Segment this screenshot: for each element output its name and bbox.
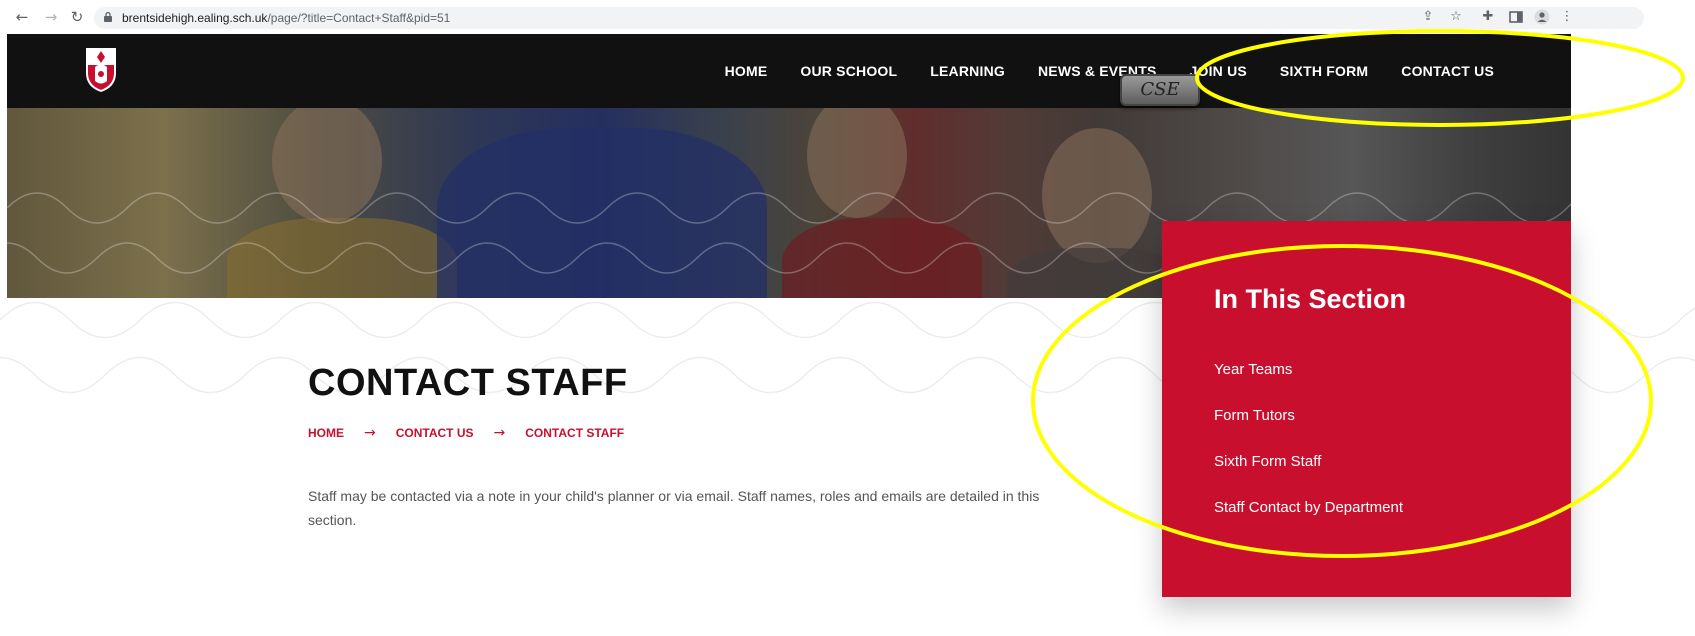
star-icon[interactable]: ☆	[1448, 9, 1464, 25]
school-crest-logo[interactable]	[84, 45, 118, 93]
sidebar-link-year-teams[interactable]: Year Teams	[1214, 361, 1292, 378]
back-arrow-icon[interactable]: ←	[11, 6, 33, 28]
lock-icon	[104, 12, 112, 22]
breadcrumb: HOME → CONTACT US → CONTACT STAFF	[308, 425, 624, 441]
reload-icon[interactable]: ↻	[66, 6, 88, 28]
sidebar-link-sixth-form-staff[interactable]: Sixth Form Staff	[1214, 453, 1321, 470]
url-path: /page/?title=Contact+Staff&pid=51	[267, 11, 451, 25]
nav-home[interactable]: HOME	[725, 63, 768, 79]
sidebar-link-staff-contact-by-department[interactable]: Staff Contact by Department	[1214, 499, 1403, 516]
cse-badge: CSE	[1120, 74, 1200, 106]
section-sidebar: In This Section Year Teams Form Tutors S…	[1162, 221, 1571, 597]
browser-toolbar: ← → ↻ brentsidehigh.ealing.sch.uk/page/?…	[0, 0, 1695, 34]
share-icon[interactable]: ⇪	[1420, 9, 1436, 25]
page-title: CONTACT STAFF	[308, 362, 628, 404]
main-nav: HOME OUR SCHOOL LEARNING NEWS & EVENTS J…	[725, 34, 1494, 108]
nav-sixth-form[interactable]: SIXTH FORM	[1280, 63, 1368, 79]
arrow-right-icon: →	[493, 425, 506, 441]
url-host: brentsidehigh.ealing.sch.uk	[122, 11, 268, 25]
nav-contact-us[interactable]: CONTACT US	[1401, 63, 1494, 79]
puzzle-icon[interactable]: ✚	[1480, 9, 1496, 25]
breadcrumb-home[interactable]: HOME	[308, 426, 344, 440]
forward-arrow-icon[interactable]: →	[40, 6, 62, 28]
site-header: HOME OUR SCHOOL LEARNING NEWS & EVENTS J…	[7, 34, 1571, 108]
side-panel-icon[interactable]	[1508, 9, 1524, 25]
profile-icon[interactable]	[1534, 9, 1550, 25]
menu-icon[interactable]: ⋮	[1559, 9, 1575, 25]
url-text[interactable]: brentsidehigh.ealing.sch.uk/page/?title=…	[122, 11, 450, 25]
intro-text: Staff may be contacted via a note in you…	[308, 488, 1040, 528]
breadcrumb-contact-staff[interactable]: CONTACT STAFF	[525, 426, 624, 440]
nav-our-school[interactable]: OUR SCHOOL	[800, 63, 897, 79]
nav-learning[interactable]: LEARNING	[930, 63, 1005, 79]
arrow-right-icon: →	[364, 425, 376, 441]
breadcrumb-contact-us[interactable]: CONTACT US	[396, 426, 474, 440]
sidebar-heading: In This Section	[1214, 284, 1407, 314]
sidebar-link-form-tutors[interactable]: Form Tutors	[1214, 407, 1295, 424]
